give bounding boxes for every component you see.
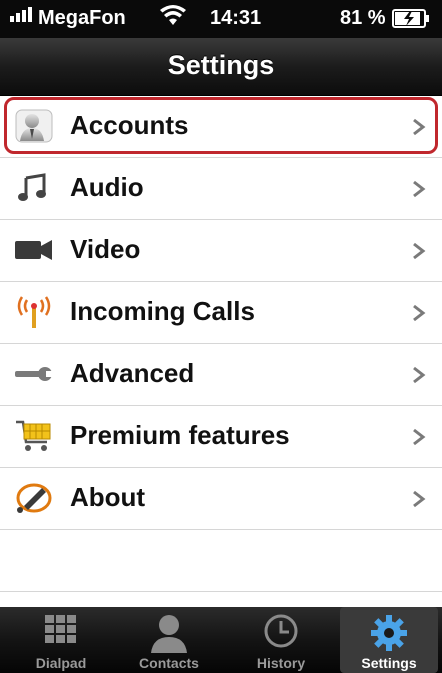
- wifi-icon: [160, 5, 186, 25]
- settings-item-about[interactable]: About: [0, 468, 442, 530]
- settings-item-label: Premium features: [70, 420, 290, 450]
- settings-item-label: Advanced: [70, 358, 195, 388]
- settings-item-label: About: [70, 482, 146, 512]
- wrench-icon: [15, 367, 54, 381]
- settings-item-video[interactable]: Video: [0, 220, 442, 282]
- contact-silhouette-icon: [151, 615, 187, 653]
- tab-label: History: [256, 655, 306, 671]
- empty-row: [0, 530, 442, 592]
- tab-label: Dialpad: [35, 655, 87, 671]
- shopping-cart-icon: [16, 420, 51, 451]
- settings-item-audio[interactable]: Audio: [0, 158, 442, 220]
- clock-time: 14:31: [210, 7, 262, 29]
- settings-item-label: Video: [70, 234, 141, 264]
- tab-settings[interactable]: Settings: [340, 607, 438, 673]
- navigation-bar: Settings: [0, 38, 442, 96]
- tab-label: Settings: [361, 655, 417, 671]
- page-title: Settings: [167, 50, 275, 80]
- person-icon: [15, 109, 53, 143]
- settings-item-premium-features[interactable]: Premium features: [0, 406, 442, 468]
- dialpad-icon: [45, 615, 76, 643]
- settings-item-label: Accounts: [70, 110, 189, 140]
- settings-item-label: Incoming Calls: [70, 296, 255, 326]
- signal-strength-icon: [10, 7, 32, 22]
- clock-icon: [264, 614, 298, 648]
- tab-history[interactable]: History: [232, 607, 330, 673]
- tab-dialpad[interactable]: Dialpad: [12, 607, 110, 673]
- chevron-right-icon: [413, 428, 426, 446]
- battery-charging-icon: [392, 9, 429, 28]
- carrier-name: MegaFon: [38, 7, 126, 29]
- antenna-icon: [17, 296, 51, 328]
- gear-icon: [371, 615, 407, 651]
- chevron-right-icon: [413, 490, 426, 508]
- music-note-icon: [18, 173, 46, 201]
- chevron-right-icon: [413, 242, 426, 260]
- chevron-right-icon: [413, 366, 426, 384]
- chevron-right-icon: [413, 180, 426, 198]
- chevron-right-icon: [413, 118, 426, 136]
- settings-item-incoming-calls[interactable]: Incoming Calls: [0, 282, 442, 344]
- tab-contacts[interactable]: Contacts: [120, 607, 218, 673]
- video-camera-icon: [15, 240, 52, 260]
- status-bar: MegaFon 14:31 81 %: [0, 0, 442, 38]
- info-swirl-icon: [16, 483, 52, 513]
- settings-list: Accounts Audio Video Incoming Calls Adva…: [0, 96, 442, 592]
- settings-item-advanced[interactable]: Advanced: [0, 344, 442, 406]
- settings-item-label: Audio: [70, 172, 144, 202]
- tab-label: Contacts: [139, 655, 199, 671]
- settings-item-accounts[interactable]: Accounts: [0, 96, 442, 158]
- chevron-right-icon: [413, 304, 426, 322]
- battery-percent: 81 %: [340, 7, 386, 29]
- tab-bar: Dialpad Contacts History Settings: [0, 607, 442, 673]
